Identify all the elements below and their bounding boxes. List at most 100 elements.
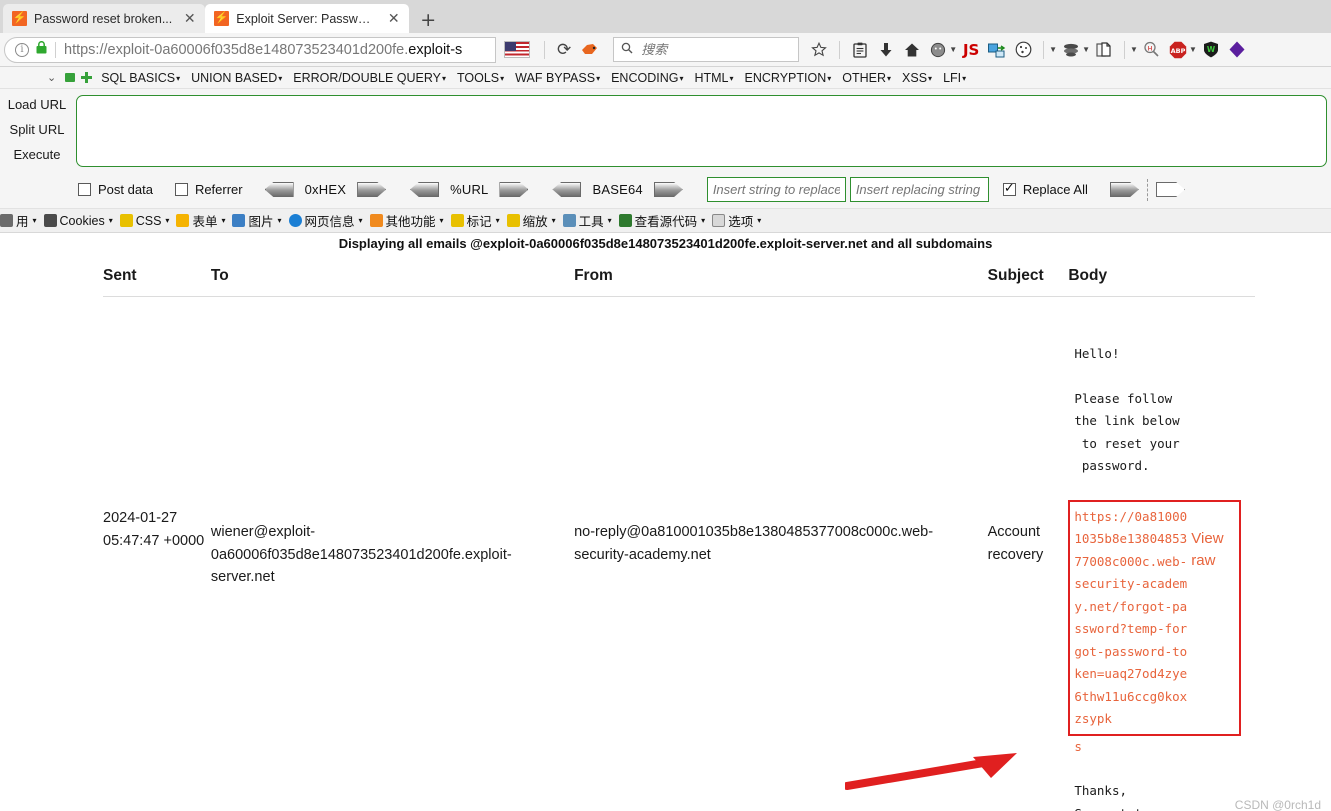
account-icon[interactable]	[926, 38, 950, 62]
execute-button[interactable]: Execute	[4, 147, 70, 162]
adblock-icon[interactable]: ABP	[1166, 38, 1190, 62]
purple-extension-icon[interactable]	[1225, 38, 1249, 62]
divider	[55, 41, 56, 58]
chevron-down-icon[interactable]: ▼	[1189, 45, 1197, 54]
sqli-menu-encryption[interactable]: ENCRYPTION▾	[745, 71, 832, 85]
subject-text: Account recovery	[987, 524, 1044, 563]
chevron-down-icon: ▾	[439, 216, 444, 225]
user-agent-icon[interactable]	[1059, 38, 1083, 62]
replace-to-input[interactable]	[849, 177, 989, 202]
chevron-down-icon: ▾	[165, 216, 170, 225]
replace-all-checkbox[interactable]: Replace All	[1002, 181, 1088, 197]
devbar-item-css[interactable]: CSS ▾	[119, 214, 170, 228]
decode-arrow-icon[interactable]	[410, 182, 440, 197]
devbar-item-forms[interactable]: 表单 ▾	[176, 211, 225, 230]
devbar-item-resize[interactable]: 缩放 ▾	[506, 211, 556, 230]
chevron-down-icon[interactable]: ▼	[1082, 45, 1090, 54]
sqli-menu-tools[interactable]: TOOLS▾	[457, 71, 504, 85]
tools-icon	[562, 214, 576, 227]
web-of-trust-icon[interactable]: W	[1199, 38, 1223, 62]
replace-from-input[interactable]	[706, 177, 846, 202]
chevron-down-icon[interactable]: ⌄	[47, 71, 56, 84]
sqli-menu-union-based[interactable]: UNION BASED▾	[191, 71, 282, 85]
sqli-menu-xss[interactable]: XSS▾	[902, 71, 932, 85]
recipient-address: wiener@exploit-0a60006f035d8e14807352340…	[210, 524, 512, 585]
page-copy-icon[interactable]	[1092, 38, 1116, 62]
browser-tab-1[interactable]: ⚡ Password reset broken... ✕	[3, 4, 206, 33]
browser-tab-2[interactable]: ⚡ Exploit Server: Passwor... ✕	[205, 4, 410, 33]
address-bar[interactable]: i https://exploit-0a60006f035d8e14807352…	[4, 36, 496, 63]
view-raw-link[interactable]: View raw	[1191, 506, 1235, 731]
replace-apply-arrow-icon[interactable]	[1109, 182, 1139, 197]
devbar-item-outline[interactable]: 标记 ▾	[450, 211, 500, 230]
svg-text:ABP: ABP	[1171, 46, 1186, 54]
cookies-icon	[43, 214, 57, 227]
close-icon[interactable]: ✕	[386, 11, 401, 27]
post-data-checkbox[interactable]: Post data	[78, 182, 153, 197]
site-info-icon[interactable]: i	[15, 42, 29, 57]
sqli-menu-error-double-query[interactable]: ERROR/DOUBLE QUERY▾	[293, 71, 446, 85]
new-tab-button[interactable]: +	[409, 11, 447, 33]
cookie-icon[interactable]	[1011, 38, 1035, 62]
encode-arrow-icon[interactable]	[357, 182, 387, 197]
translate-icon[interactable]	[985, 38, 1009, 62]
devbar-item-disable[interactable]: 用 ▾	[0, 211, 37, 230]
encode-arrow-icon[interactable]	[653, 182, 683, 197]
devbar-item-images[interactable]: 图片 ▾	[232, 211, 282, 230]
chevron-down-icon: ▾	[441, 73, 446, 83]
body-intro: Please follow the link below to reset yo…	[1074, 390, 1180, 474]
devbar-item-options[interactable]: 选项 ▾	[712, 211, 761, 230]
devbar-item-view-source[interactable]: 查看源代码 ▾	[618, 211, 705, 230]
search-bar[interactable]	[613, 37, 800, 62]
chevron-down-icon: ▾	[277, 216, 282, 225]
sqli-menu-html[interactable]: HTML▾	[694, 71, 733, 85]
replace-revert-arrow-icon[interactable]	[1155, 182, 1185, 197]
devbar-item-tools[interactable]: 工具 ▾	[562, 211, 612, 230]
info-icon	[288, 214, 302, 227]
divider	[839, 40, 841, 59]
devbar-item-page-info[interactable]: 网页信息 ▾	[288, 211, 363, 230]
load-url-button[interactable]: Load URL	[4, 97, 70, 112]
reader-icon[interactable]	[848, 38, 872, 62]
download-icon[interactable]	[874, 38, 898, 62]
star-icon[interactable]	[807, 38, 831, 62]
add-icon[interactable]	[81, 72, 93, 83]
chevron-down-icon[interactable]: ▼	[949, 45, 957, 54]
email-table-wrapper: Sent To From Subject Body 2024-01-27 05:…	[0, 267, 1331, 811]
fox-extension-icon[interactable]	[577, 38, 601, 62]
home-icon[interactable]	[900, 38, 924, 62]
encode-arrow-icon[interactable]	[499, 182, 529, 197]
sqli-menu-other[interactable]: OTHER▾	[842, 71, 891, 85]
referrer-label: Referrer	[194, 182, 243, 197]
encoder-label: BASE64	[592, 182, 643, 197]
language-flag-icon[interactable]	[504, 41, 530, 58]
devbar-item-cookies[interactable]: Cookies ▾	[43, 214, 113, 228]
hackbar-url-textarea[interactable]	[76, 95, 1327, 167]
divider	[544, 40, 545, 59]
split-url-button[interactable]: Split URL	[4, 122, 70, 137]
chevron-down-icon[interactable]: ▼	[1049, 45, 1057, 54]
chevron-down-icon[interactable]: ▼	[1130, 45, 1138, 54]
reload-icon[interactable]: ⟳	[551, 40, 577, 60]
sqli-menu-lfi[interactable]: LFI▾	[943, 71, 966, 85]
minimize-icon[interactable]	[65, 73, 76, 82]
close-icon[interactable]: ✕	[182, 11, 197, 27]
outline-icon	[450, 214, 464, 227]
decode-arrow-icon[interactable]	[552, 182, 582, 197]
chevron-down-icon: ▾	[176, 73, 181, 83]
watermark: CSDN @0rch1d	[1234, 798, 1321, 811]
js-toggle-icon[interactable]: JS	[959, 38, 983, 62]
search-input[interactable]	[639, 41, 792, 58]
devbar-item-misc[interactable]: 其他功能 ▾	[369, 211, 444, 230]
chevron-down-icon: ▾	[887, 73, 892, 83]
sqli-menu-waf-bypass[interactable]: WAF BYPASS▾	[515, 71, 600, 85]
referrer-checkbox[interactable]: Referrer	[174, 182, 243, 197]
password-reset-link[interactable]: https://0a810001035b8e1380485377008c000c…	[1074, 506, 1187, 731]
decode-arrow-icon[interactable]	[264, 182, 294, 197]
forms-icon	[176, 214, 190, 227]
sqli-menu-sql-basics[interactable]: SQL BASICS▾	[101, 71, 180, 85]
sqli-menu-encoding[interactable]: ENCODING▾	[611, 71, 683, 85]
lock-icon[interactable]	[36, 40, 47, 59]
zoom-search-icon[interactable]: H	[1140, 38, 1164, 62]
checkbox-box	[78, 183, 91, 196]
